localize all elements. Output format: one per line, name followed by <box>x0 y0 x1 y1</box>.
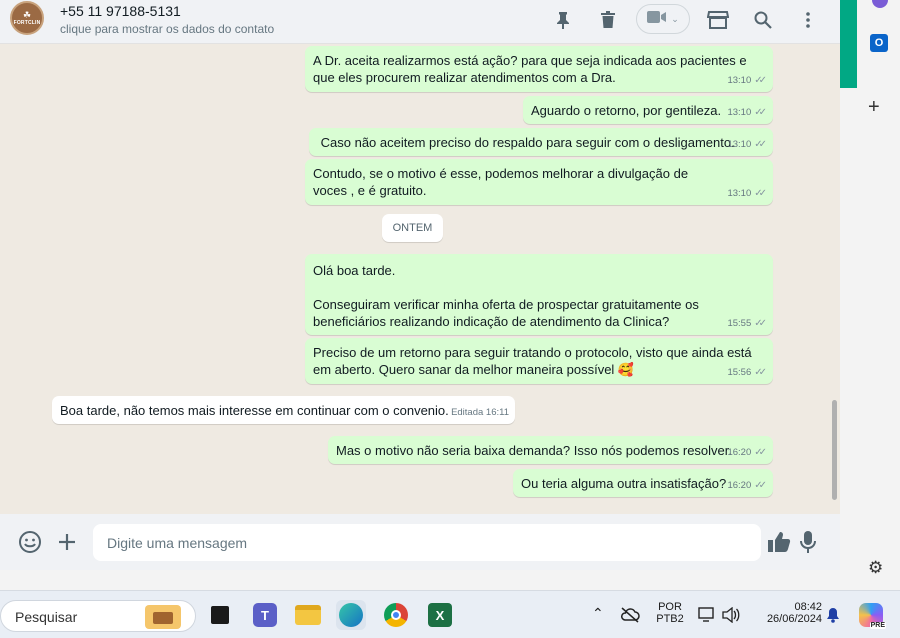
double-check-icon: ✓✓ <box>754 480 767 491</box>
clock-date: 26/06/2024 <box>766 613 822 625</box>
taskbar-search[interactable]: Pesquisar <box>0 600 196 632</box>
double-check-icon: ✓✓ <box>754 139 767 150</box>
message-time: 13:10 <box>727 107 752 118</box>
chat-area: A Dr. aceita realizarmos está ação? para… <box>0 44 840 514</box>
copilot-taskbar-icon[interactable]: PRE <box>856 600 886 630</box>
more-options-icon[interactable] <box>797 9 819 31</box>
outlook-icon[interactable]: O <box>870 34 888 52</box>
edge-sidebar <box>858 0 900 588</box>
message-text: Olá boa tarde. Conseguiram verificar min… <box>313 263 699 329</box>
language-code: POR <box>658 601 682 613</box>
message-time: 15:55 <box>727 318 752 329</box>
contact-subtitle[interactable]: clique para mostrar os dados do contato <box>60 22 274 36</box>
video-icon <box>647 10 667 29</box>
whatsapp-panel: ☘ FORTCLIN +55 11 97188-5131 clique para… <box>0 0 840 570</box>
message-time: 13:10 <box>727 188 752 199</box>
chevron-up-icon[interactable]: ⌃ <box>592 605 604 622</box>
message-text: Contudo, se o motivo é esse, podemos mel… <box>313 166 692 198</box>
message-outgoing[interactable]: Contudo, se o motivo é esse, podemos mel… <box>305 159 773 205</box>
clock-time: 08:42 <box>794 601 822 613</box>
trash-icon[interactable] <box>597 9 619 31</box>
excel-icon[interactable]: X <box>425 600 455 630</box>
message-text: Mas o motivo não seria baixa demanda? Is… <box>336 443 732 458</box>
teams-icon[interactable]: T <box>250 600 280 630</box>
language-indicator[interactable]: POR PTB2 <box>652 601 688 625</box>
copilot-icon[interactable] <box>872 0 888 8</box>
chat-header: ☘ FORTCLIN +55 11 97188-5131 clique para… <box>0 0 840 44</box>
message-outgoing[interactable]: Caso não aceitem preciso do respaldo par… <box>309 128 773 156</box>
message-outgoing[interactable]: Mas o motivo não seria baixa demanda? Is… <box>328 436 773 464</box>
avatar-text: FORTCLIN <box>13 19 41 26</box>
message-text: Boa tarde, não temos mais interesse em c… <box>60 403 449 418</box>
search-icon[interactable] <box>752 9 774 31</box>
pin-icon[interactable] <box>552 9 574 31</box>
double-check-icon: ✓✓ <box>754 447 767 458</box>
video-call-button[interactable]: ⌄ <box>636 4 690 34</box>
notification-bell-icon[interactable] <box>822 600 844 630</box>
double-check-icon: ✓✓ <box>754 107 767 118</box>
double-check-icon: ✓✓ <box>754 75 767 86</box>
double-check-icon: ✓✓ <box>754 188 767 199</box>
volume-icon[interactable] <box>720 600 742 630</box>
message-outgoing[interactable]: Aguardo o retorno, por gentileza. 13:10 ✓… <box>523 96 773 124</box>
date-divider: ONTEM <box>382 214 443 242</box>
message-outgoing[interactable]: A Dr. aceita realizarmos está ação? para… <box>305 46 773 92</box>
message-text: Preciso de um retorno para seguir tratan… <box>313 345 756 377</box>
avatar[interactable]: ☘ FORTCLIN <box>10 1 44 35</box>
message-incoming[interactable]: Boa tarde, não temos mais interesse em c… <box>52 396 515 424</box>
message-time: Editada 16:11 <box>451 407 509 418</box>
message-time: 16:20 <box>727 480 752 491</box>
preview-badge: PRE <box>869 622 886 629</box>
message-outgoing[interactable]: Ou teria alguma outra insatisfação? 16:2… <box>513 469 773 497</box>
double-check-icon: ✓✓ <box>754 318 767 329</box>
thumbs-up-icon[interactable] <box>766 529 792 555</box>
chrome-icon[interactable] <box>381 600 411 630</box>
app-accent-strip <box>840 0 857 88</box>
message-outgoing[interactable]: Olá boa tarde. Conseguiram verificar min… <box>305 254 773 335</box>
message-time: 16:20 <box>727 447 752 458</box>
taskbar-search-label: Pesquisar <box>15 609 78 625</box>
message-input[interactable]: Digite uma mensagem <box>93 524 761 561</box>
cloud-offline-icon[interactable] <box>618 600 642 630</box>
double-check-icon: ✓✓ <box>754 367 767 378</box>
store-icon[interactable] <box>707 9 729 31</box>
microphone-icon[interactable] <box>795 529 821 555</box>
file-explorer-icon[interactable] <box>293 600 323 630</box>
sidebar-settings-gear-icon[interactable]: ⚙ <box>868 558 883 578</box>
edge-browser-icon[interactable] <box>336 600 366 630</box>
system-clock[interactable]: 08:42 26/06/2024 <box>752 601 822 625</box>
tooth-icon: ☘ <box>22 9 32 20</box>
briefcase-icon <box>145 605 181 629</box>
add-sidebar-app-icon[interactable]: + <box>868 96 880 119</box>
message-time: 13:10 <box>727 75 752 86</box>
message-composer: Digite uma mensagem <box>0 514 840 570</box>
message-text: A Dr. aceita realizarmos está ação? para… <box>313 53 751 85</box>
chat-scrollbar[interactable] <box>832 400 837 500</box>
message-time: 13:10 <box>727 139 752 150</box>
message-text: Caso não aceitem preciso do respaldo par… <box>317 135 735 150</box>
contact-phone[interactable]: +55 11 97188-5131 <box>60 3 181 19</box>
message-time: 15:56 <box>727 367 752 378</box>
attach-plus-icon[interactable] <box>54 529 80 555</box>
network-icon[interactable] <box>696 600 718 630</box>
chevron-down-icon: ⌄ <box>671 13 679 24</box>
emoji-icon[interactable] <box>17 529 43 555</box>
task-view-icon[interactable] <box>205 600 235 630</box>
keyboard-layout: PTB2 <box>656 613 684 625</box>
windows-taskbar: Pesquisar T X ⌃ POR PTB2 08:42 26/06/202… <box>0 590 900 638</box>
message-outgoing[interactable]: Preciso de um retorno para seguir tratan… <box>305 338 773 384</box>
